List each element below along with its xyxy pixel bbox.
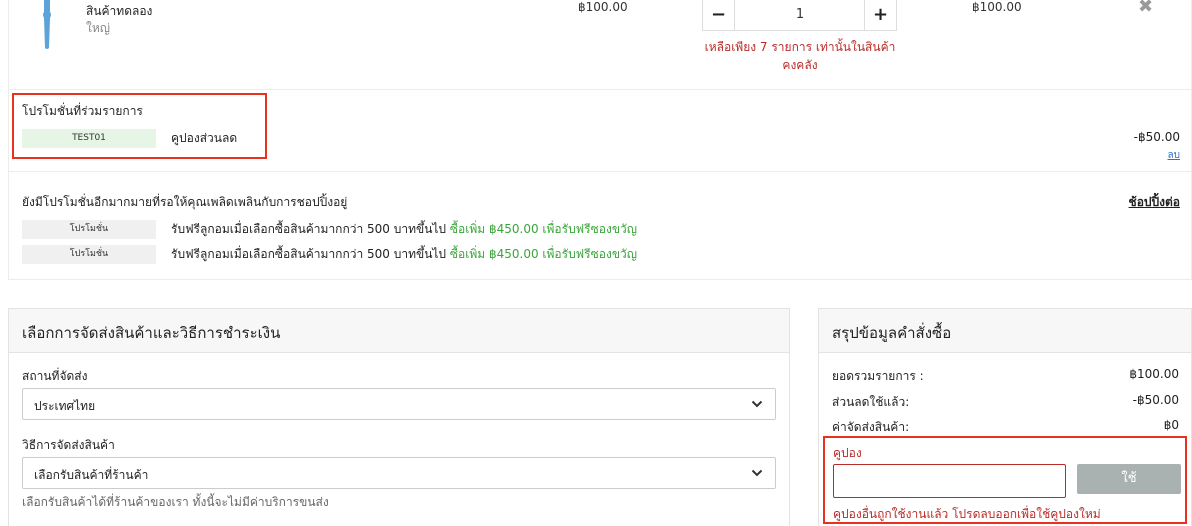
subtotal-value: ฿100.00 [1129,367,1179,381]
order-summary-header: สรุปข้อมูลคำสั่งซื้อ [819,309,1191,353]
product-thumbnail [43,0,51,49]
shipping-method-select[interactable]: เลือกรับสินค้าที่ร้านค้า [22,457,776,489]
shipping-fee-value: ฿0 [1163,418,1179,432]
order-summary-panel: สรุปข้อมูลคำสั่งซื้อ ยอดรวมรายการ : ฿100… [818,308,1192,526]
offer-tag: โปรโมชั่น [22,245,156,264]
decrease-quantity-button[interactable]: − [703,0,735,30]
divider [8,89,1192,90]
coupon-name: คูปองส่วนลด [171,131,238,145]
shipping-location-value: ประเทศไทย [34,399,96,413]
stock-warning: เหลือเพียง 7 รายการ เท่านั้นในสินค้าคงคล… [704,40,896,72]
remove-item-icon[interactable]: ✖ [1138,0,1153,17]
quantity-input[interactable]: 1 [735,0,865,30]
coupon-label: คูปอง [833,446,862,460]
product-price: ฿100.00 [578,0,628,14]
offer-tag: โปรโมชั่น [22,220,156,239]
discount-label: ส่วนลดใช้แล้ว: [832,395,910,409]
apply-coupon-button[interactable]: ใช้ [1077,464,1181,494]
offer-text: รับฟรีลูกอมเมื่อเลือกซื้อสินค้ามากกว่า 5… [171,220,637,239]
divider [8,171,1192,172]
shipping-payment-panel: เลือกการจัดส่งสินค้าและวิธีการชำระเงิน ส… [8,308,790,526]
shipping-method-note: เลือกรับสินค้าได้ที่ร้านค้าของเรา ทั้งนี… [22,495,329,509]
offer-description: รับฟรีลูกอมเมื่อเลือกซื้อสินค้ามากกว่า 5… [171,247,447,261]
offer-text: รับฟรีลูกอมเมื่อเลือกซื้อสินค้ามากกว่า 5… [171,245,637,264]
coupon-discount-amount: -฿50.00 [1133,130,1180,144]
subtotal-label: ยอดรวมรายการ : [832,369,924,383]
coupon-error-message: คูปองอื่นถูกใช้งานแล้ว โปรดลบออกเพื่อใช้… [833,507,1101,521]
product-variant: ใหญ่ [86,21,110,35]
offer-description: รับฟรีลูกอมเมื่อเลือกซื้อสินค้ามากกว่า 5… [171,222,447,236]
offer-highlight: ซื้อเพิ่ม ฿450.00 เพื่อรับฟรีซองขวัญ [449,222,637,236]
remove-coupon-link[interactable]: ลบ [1168,148,1180,163]
more-promotions-text: ยังมีโปรโมชั่นอีกมากมายที่รอให้คุณเพลิดเ… [22,195,348,209]
applied-promotions-heading: โปรโมชั่นที่ร่วมรายการ [22,104,143,118]
shipping-method-value: เลือกรับสินค้าที่ร้านค้า [34,468,149,482]
shipping-location-label: สถานที่จัดส่ง [22,369,88,383]
coupon-input[interactable] [833,464,1066,498]
offer-highlight: ซื้อเพิ่ม ฿450.00 เพื่อรับฟรีซองขวัญ [449,247,637,261]
shipping-fee-label: ค่าจัดส่งสินค้า: [832,420,910,434]
chevron-down-icon [751,469,763,477]
shipping-location-select[interactable]: ประเทศไทย [22,388,776,420]
order-summary-title: สรุปข้อมูลคำสั่งซื้อ [832,324,952,342]
shipping-panel-header: เลือกการจัดส่งสินค้าและวิธีการชำระเงิน [9,309,789,353]
shipping-panel-title: เลือกการจัดส่งสินค้าและวิธีการชำระเงิน [22,324,281,342]
discount-value: -฿50.00 [1132,393,1179,407]
coupon-code-tag: TEST01 [22,129,156,148]
quantity-stepper: − 1 + [702,0,897,31]
shipping-method-label: วิธีการจัดส่งสินค้า [22,438,115,452]
line-total: ฿100.00 [972,0,1022,14]
chevron-down-icon [751,400,763,408]
increase-quantity-button[interactable]: + [864,0,896,30]
continue-shopping-link[interactable]: ช้อปปิ้งต่อ [1129,193,1180,212]
